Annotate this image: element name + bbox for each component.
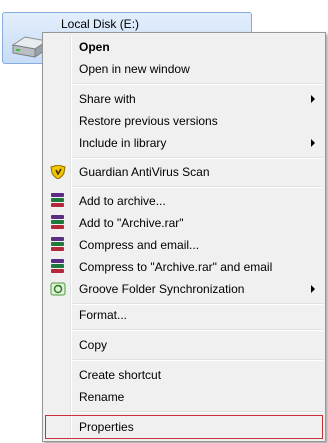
menu-item-label: Copy xyxy=(79,338,108,352)
archive-icon xyxy=(51,193,64,208)
submenu-arrow-icon xyxy=(311,139,315,147)
menu-item-restore-versions[interactable]: Restore previous versions xyxy=(45,110,323,132)
archive-icon xyxy=(51,237,64,252)
menu-item-label: Guardian AntiVirus Scan xyxy=(79,165,210,179)
menu-item-compress-rar-email[interactable]: Compress to "Archive.rar" and email xyxy=(45,256,323,278)
menu-item-include-library[interactable]: Include in library xyxy=(45,132,323,154)
menu-item-rename[interactable]: Rename xyxy=(45,386,323,408)
menu-item-label: Compress to "Archive.rar" and email xyxy=(79,260,273,274)
archive-icon xyxy=(51,259,64,274)
menu-item-compress-email[interactable]: Compress and email... xyxy=(45,234,323,256)
context-menu: Open Open in new window Share with Resto… xyxy=(42,32,326,442)
menu-separator xyxy=(73,411,323,413)
menu-item-label: Groove Folder Synchronization xyxy=(79,282,245,296)
drive-label: Local Disk (E:) xyxy=(61,17,140,31)
menu-item-antivirus-scan[interactable]: Guardian AntiVirus Scan xyxy=(45,161,323,183)
menu-item-label: Add to "Archive.rar" xyxy=(79,216,184,230)
menu-separator xyxy=(73,83,323,85)
menu-item-label: Rename xyxy=(79,390,125,404)
groove-icon xyxy=(50,282,66,296)
menu-item-create-shortcut[interactable]: Create shortcut xyxy=(45,364,323,386)
menu-separator xyxy=(73,157,323,159)
menu-item-label: Compress and email... xyxy=(79,238,200,252)
menu-item-label: Include in library xyxy=(79,136,167,150)
menu-item-label: Share with xyxy=(79,92,136,106)
submenu-arrow-icon xyxy=(311,95,315,103)
menu-separator xyxy=(73,359,323,361)
menu-item-label: Format... xyxy=(79,308,128,322)
menu-item-open-new-window[interactable]: Open in new window xyxy=(45,58,323,80)
submenu-arrow-icon xyxy=(311,285,315,293)
menu-separator xyxy=(73,186,323,188)
archive-icon xyxy=(51,215,64,230)
menu-item-open[interactable]: Open xyxy=(45,36,323,58)
menu-item-label: Restore previous versions xyxy=(79,114,218,128)
menu-item-groove-sync[interactable]: Groove Folder Synchronization xyxy=(45,278,323,300)
menu-item-label: Add to archive... xyxy=(79,194,166,208)
menu-item-label: Properties xyxy=(79,420,134,434)
menu-item-label: Open xyxy=(79,40,110,54)
menu-item-share-with[interactable]: Share with xyxy=(45,88,323,110)
menu-item-add-to-archive[interactable]: Add to archive... xyxy=(45,190,323,212)
menu-separator xyxy=(73,329,323,331)
menu-item-format[interactable]: Format... xyxy=(45,304,323,326)
shield-icon xyxy=(50,165,66,179)
menu-item-copy[interactable]: Copy xyxy=(45,334,323,356)
menu-item-add-to-archive-rar[interactable]: Add to "Archive.rar" xyxy=(45,212,323,234)
menu-item-label: Create shortcut xyxy=(79,368,162,382)
menu-item-label: Open in new window xyxy=(79,62,190,76)
menu-item-properties[interactable]: Properties xyxy=(45,415,323,439)
